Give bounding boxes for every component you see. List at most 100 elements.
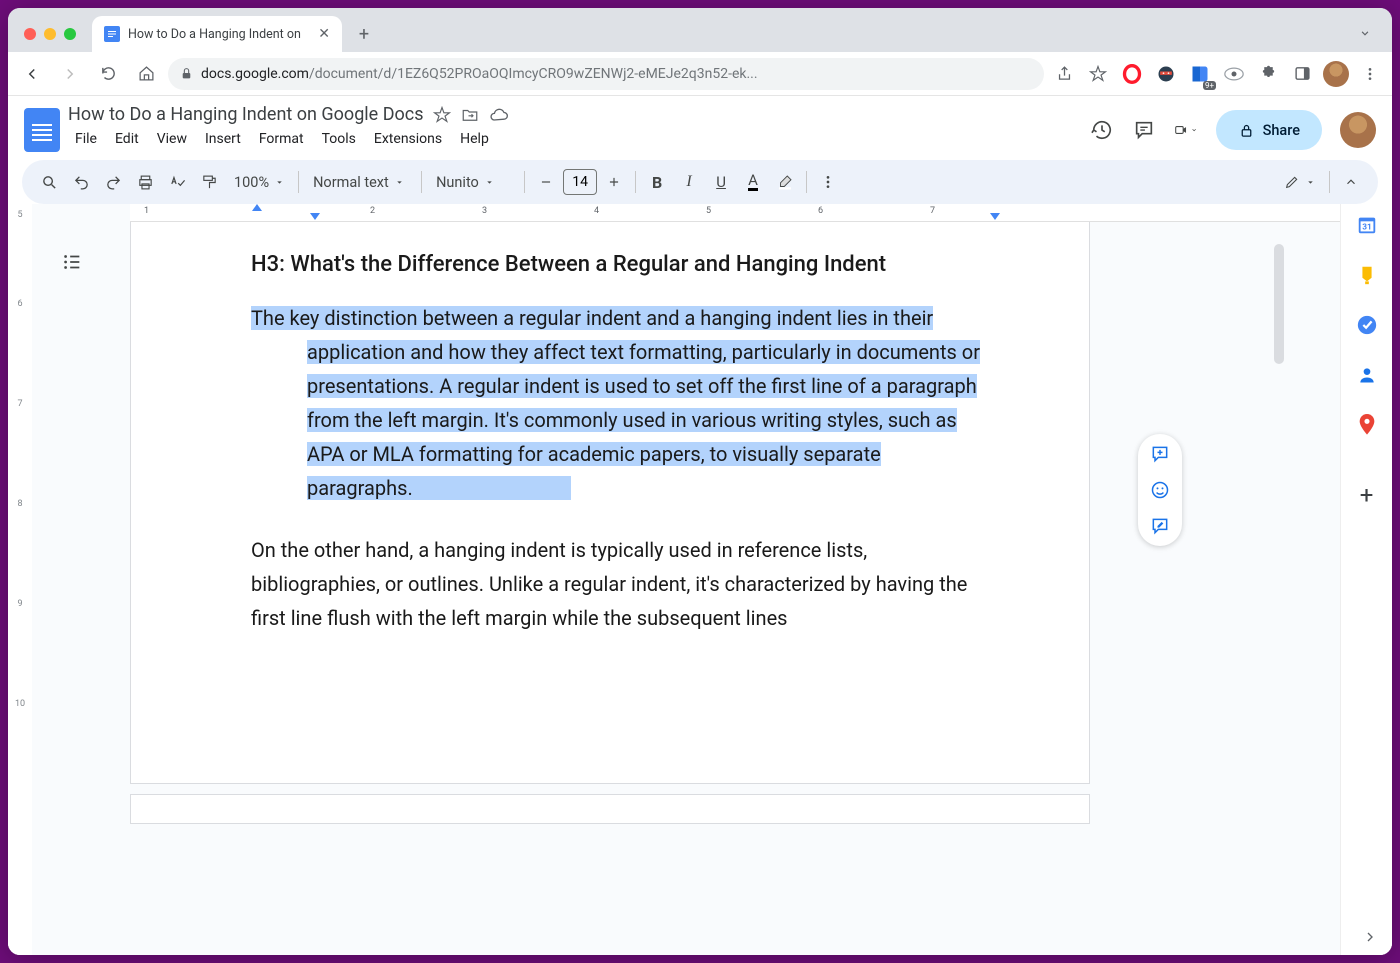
- hide-sidepanel-button[interactable]: [1362, 929, 1378, 945]
- forward-button[interactable]: [54, 58, 86, 90]
- contacts-sidebar-icon[interactable]: [1356, 364, 1378, 386]
- menu-edit[interactable]: Edit: [108, 127, 146, 151]
- blue-extension-icon[interactable]: 9+: [1186, 60, 1214, 88]
- paragraph-style-select[interactable]: Normal text: [305, 174, 415, 191]
- google-docs-app: How to Do a Hanging Indent on Google Doc…: [8, 96, 1392, 955]
- tab-close-button[interactable]: ✕: [318, 26, 330, 42]
- font-size-input[interactable]: 14: [563, 169, 597, 195]
- docs-header: How to Do a Hanging Indent on Google Doc…: [8, 96, 1392, 152]
- horizontal-ruler[interactable]: 1 2 3 4 5 6 7: [130, 204, 1340, 222]
- account-avatar[interactable]: [1340, 112, 1376, 148]
- document-page[interactable]: H3: What's the Difference Between a Regu…: [130, 222, 1090, 784]
- browser-tab[interactable]: How to Do a Hanging Indent on ✕: [92, 16, 342, 52]
- menu-view[interactable]: View: [150, 127, 194, 151]
- comments-icon[interactable]: [1132, 118, 1156, 142]
- more-tools-button[interactable]: [813, 167, 843, 197]
- menu-extensions[interactable]: Extensions: [367, 127, 449, 151]
- maximize-window-button[interactable]: [64, 28, 76, 40]
- menu-tools[interactable]: Tools: [315, 127, 363, 151]
- add-comment-button[interactable]: [1148, 442, 1172, 466]
- scrollbar[interactable]: [1274, 214, 1286, 394]
- ninja-extension-icon[interactable]: [1152, 60, 1180, 88]
- font-select[interactable]: Nunito: [428, 174, 518, 191]
- bookmark-icon[interactable]: [1084, 60, 1112, 88]
- document-outline-button[interactable]: [54, 244, 90, 280]
- hanging-indent-marker[interactable]: [310, 213, 320, 220]
- docs-favicon: [104, 26, 120, 42]
- text-color-button[interactable]: A: [738, 167, 768, 197]
- browser-menu-button[interactable]: [1356, 60, 1384, 88]
- selected-text-line1: The key distinction between a regular in…: [251, 306, 893, 330]
- menu-insert[interactable]: Insert: [198, 127, 248, 151]
- editing-mode-button[interactable]: [1276, 174, 1323, 190]
- floating-action-bar: [1138, 434, 1182, 546]
- minimize-window-button[interactable]: [44, 28, 56, 40]
- extension-badge: 9+: [1203, 81, 1216, 90]
- menu-file[interactable]: File: [68, 127, 104, 151]
- browser-window: How to Do a Hanging Indent on ✕ + docs.g…: [8, 8, 1392, 955]
- move-icon[interactable]: [461, 106, 479, 124]
- back-button[interactable]: [16, 58, 48, 90]
- increase-font-button[interactable]: [599, 167, 629, 197]
- spellcheck-button[interactable]: [162, 167, 192, 197]
- first-line-indent-marker[interactable]: [252, 204, 262, 211]
- get-addons-button[interactable]: +: [1356, 484, 1378, 506]
- tab-title: How to Do a Hanging Indent on: [128, 27, 310, 42]
- url-input[interactable]: docs.google.com/document/d/1EZ6Q52PROaOQ…: [168, 58, 1044, 90]
- menu-help[interactable]: Help: [453, 127, 496, 151]
- document-title[interactable]: How to Do a Hanging Indent on Google Doc…: [68, 104, 423, 125]
- close-window-button[interactable]: [24, 28, 36, 40]
- underline-button[interactable]: U: [706, 167, 736, 197]
- eye-extension-icon[interactable]: [1220, 60, 1248, 88]
- meet-button[interactable]: [1174, 118, 1198, 142]
- paragraph-1: The key distinction between a regular in…: [251, 301, 989, 505]
- share-page-icon[interactable]: [1050, 60, 1078, 88]
- opera-extension-icon[interactable]: [1118, 60, 1146, 88]
- undo-button[interactable]: [66, 167, 96, 197]
- redo-button[interactable]: [98, 167, 128, 197]
- side-panel: 31 +: [1340, 204, 1392, 955]
- keep-sidebar-icon[interactable]: [1356, 264, 1378, 286]
- star-icon[interactable]: [433, 106, 451, 124]
- menu-bar: File Edit View Insert Format Tools Exten…: [68, 125, 1082, 151]
- document-page-next[interactable]: [130, 794, 1090, 824]
- selected-text-rest: their application and how they affect te…: [307, 306, 980, 500]
- extensions-puzzle-icon[interactable]: [1254, 60, 1282, 88]
- profile-avatar[interactable]: [1322, 60, 1350, 88]
- paragraph-2: On the other hand, a hanging indent is t…: [251, 533, 989, 635]
- home-button[interactable]: [130, 58, 162, 90]
- zoom-select[interactable]: 100%: [226, 174, 292, 191]
- share-button[interactable]: Share: [1216, 110, 1322, 150]
- document-scroll-area[interactable]: 1 2 3 4 5 6 7 H3: What's the Difference …: [32, 204, 1340, 955]
- calendar-sidebar-icon[interactable]: 31: [1356, 214, 1378, 236]
- maps-sidebar-icon[interactable]: [1356, 414, 1378, 436]
- collapse-toolbar-button[interactable]: [1336, 167, 1366, 197]
- sidepanel-icon[interactable]: [1288, 60, 1316, 88]
- reload-button[interactable]: [92, 58, 124, 90]
- vertical-ruler[interactable]: 5 6 7 8 9 10: [8, 204, 32, 955]
- print-button[interactable]: [130, 167, 160, 197]
- url-path: /document/d/1EZ6Q52PROaOQImcyCRO9wZENWj2…: [309, 66, 758, 82]
- italic-button[interactable]: I: [674, 167, 704, 197]
- suggest-edit-button[interactable]: [1148, 514, 1172, 538]
- title-bar: How to Do a Hanging Indent on ✕ +: [8, 8, 1392, 52]
- new-tab-button[interactable]: +: [350, 20, 378, 48]
- tabs-overflow-button[interactable]: [1358, 26, 1384, 52]
- docs-logo[interactable]: [24, 108, 60, 152]
- cloud-status-icon[interactable]: [489, 105, 509, 125]
- highlight-color-button[interactable]: [770, 167, 800, 197]
- add-emoji-button[interactable]: [1148, 478, 1172, 502]
- heading-text: H3: What's the Difference Between a Regu…: [251, 252, 989, 277]
- search-menus-button[interactable]: [34, 167, 64, 197]
- paint-format-button[interactable]: [194, 167, 224, 197]
- lock-icon: [1238, 122, 1255, 139]
- tasks-sidebar-icon[interactable]: [1356, 314, 1378, 336]
- right-indent-marker[interactable]: [990, 213, 1000, 220]
- selection-trailing: [413, 476, 572, 500]
- menu-format[interactable]: Format: [252, 127, 311, 151]
- decrease-font-button[interactable]: [531, 167, 561, 197]
- toolbar: 100% Normal text Nunito 14 B I U A: [22, 160, 1378, 204]
- editor-area: 5 6 7 8 9 10 1 2 3 4 5 6 7: [8, 204, 1392, 955]
- bold-button[interactable]: B: [642, 167, 672, 197]
- history-icon[interactable]: [1090, 118, 1114, 142]
